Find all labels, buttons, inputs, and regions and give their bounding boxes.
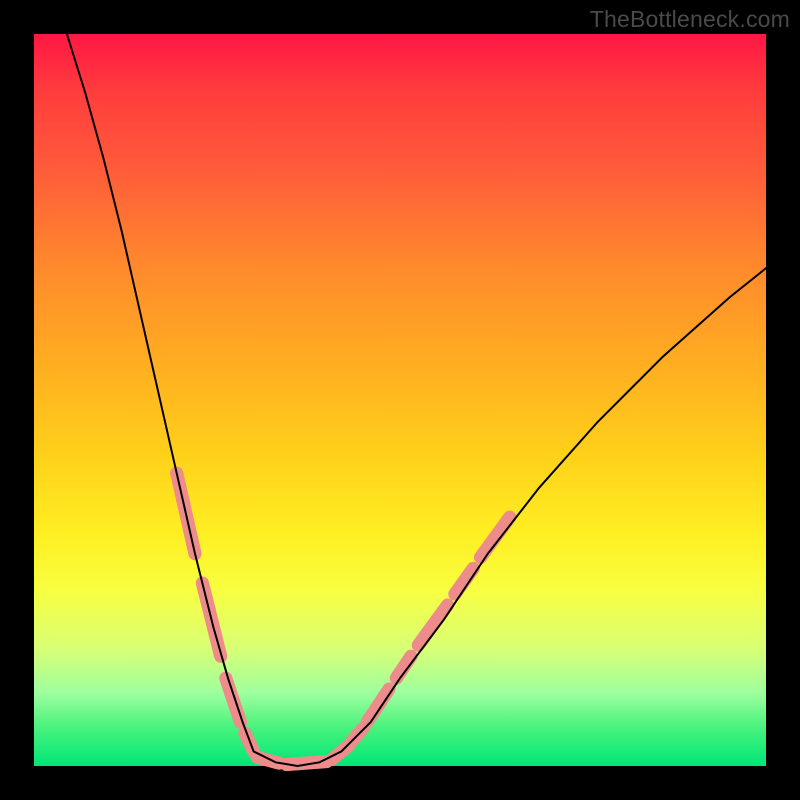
highlight-segment	[226, 678, 241, 722]
highlight-segment	[418, 605, 447, 645]
outer-frame: TheBottleneck.com	[0, 0, 800, 800]
watermark-text: TheBottleneck.com	[590, 6, 790, 33]
highlight-segments-layer	[177, 473, 510, 764]
bottleneck-curve	[67, 34, 766, 766]
chart-overlay	[34, 34, 766, 766]
highlight-segment	[481, 517, 510, 557]
highlight-segment	[367, 689, 389, 722]
